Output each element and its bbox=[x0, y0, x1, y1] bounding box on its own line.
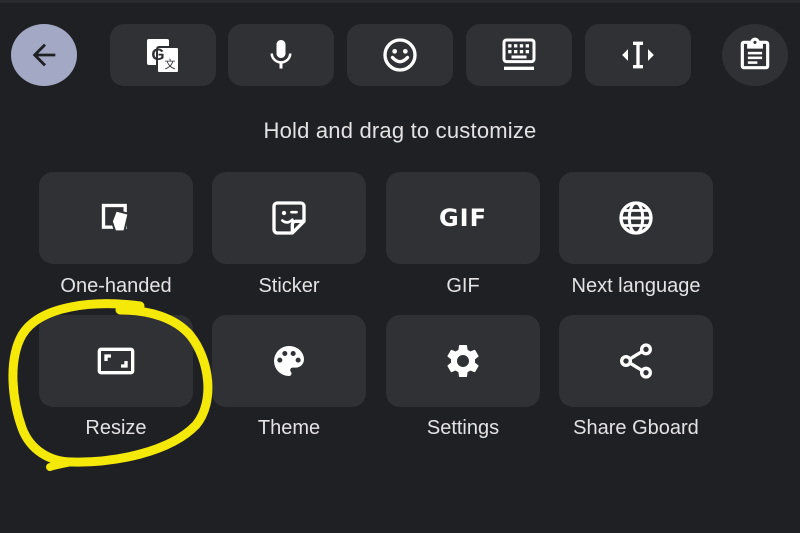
gif-icon: GIF bbox=[438, 204, 488, 232]
emoji-button[interactable] bbox=[347, 24, 453, 86]
tile-label-one-handed: One-handed bbox=[60, 275, 172, 297]
sticker-icon bbox=[269, 198, 309, 238]
clipboard-button[interactable] bbox=[722, 24, 788, 86]
tile-label-settings: Settings bbox=[426, 417, 500, 439]
keyboard-toolbar: G 文 bbox=[0, 0, 800, 110]
translate-button[interactable]: G 文 bbox=[110, 24, 216, 86]
tile-label-theme: Theme bbox=[257, 417, 321, 439]
svg-text:文: 文 bbox=[165, 57, 176, 71]
text-editing-button[interactable] bbox=[585, 24, 691, 86]
gear-icon bbox=[443, 341, 483, 381]
tile-settings[interactable] bbox=[386, 315, 540, 407]
microphone-icon bbox=[263, 37, 299, 73]
tile-sticker[interactable] bbox=[212, 172, 366, 264]
back-button[interactable] bbox=[11, 24, 77, 86]
translate-icon: G 文 bbox=[143, 35, 183, 75]
resize-icon bbox=[94, 341, 138, 381]
tile-next-language[interactable] bbox=[559, 172, 713, 264]
tile-label-sticker: Sticker bbox=[258, 275, 320, 297]
tile-one-handed[interactable] bbox=[39, 172, 193, 264]
text-cursor-icon bbox=[616, 35, 660, 75]
emoji-icon bbox=[380, 35, 420, 75]
voice-input-button[interactable] bbox=[228, 24, 334, 86]
gboard-customize-panel: G 文 Hold and drag to customize One-hande… bbox=[0, 0, 800, 533]
tile-label-gif: GIF bbox=[446, 275, 480, 297]
keyboard-icon bbox=[499, 35, 539, 75]
keyboard-button[interactable] bbox=[466, 24, 572, 86]
palette-icon bbox=[269, 341, 309, 381]
share-icon bbox=[616, 341, 656, 381]
globe-icon bbox=[616, 198, 656, 238]
tile-label-next-language: Next language bbox=[571, 275, 701, 297]
tile-resize[interactable] bbox=[39, 315, 193, 407]
tile-label-share-gboard: Share Gboard bbox=[573, 417, 699, 439]
tile-theme[interactable] bbox=[212, 315, 366, 407]
svg-text:G: G bbox=[151, 45, 164, 64]
one-handed-icon bbox=[96, 198, 136, 238]
clipboard-icon bbox=[736, 36, 774, 74]
customize-hint: Hold and drag to customize bbox=[263, 118, 537, 143]
tile-label-resize: Resize bbox=[85, 417, 147, 439]
arrow-left-icon bbox=[27, 38, 61, 72]
tile-share-gboard[interactable] bbox=[559, 315, 713, 407]
tile-gif[interactable]: GIF bbox=[386, 172, 540, 264]
